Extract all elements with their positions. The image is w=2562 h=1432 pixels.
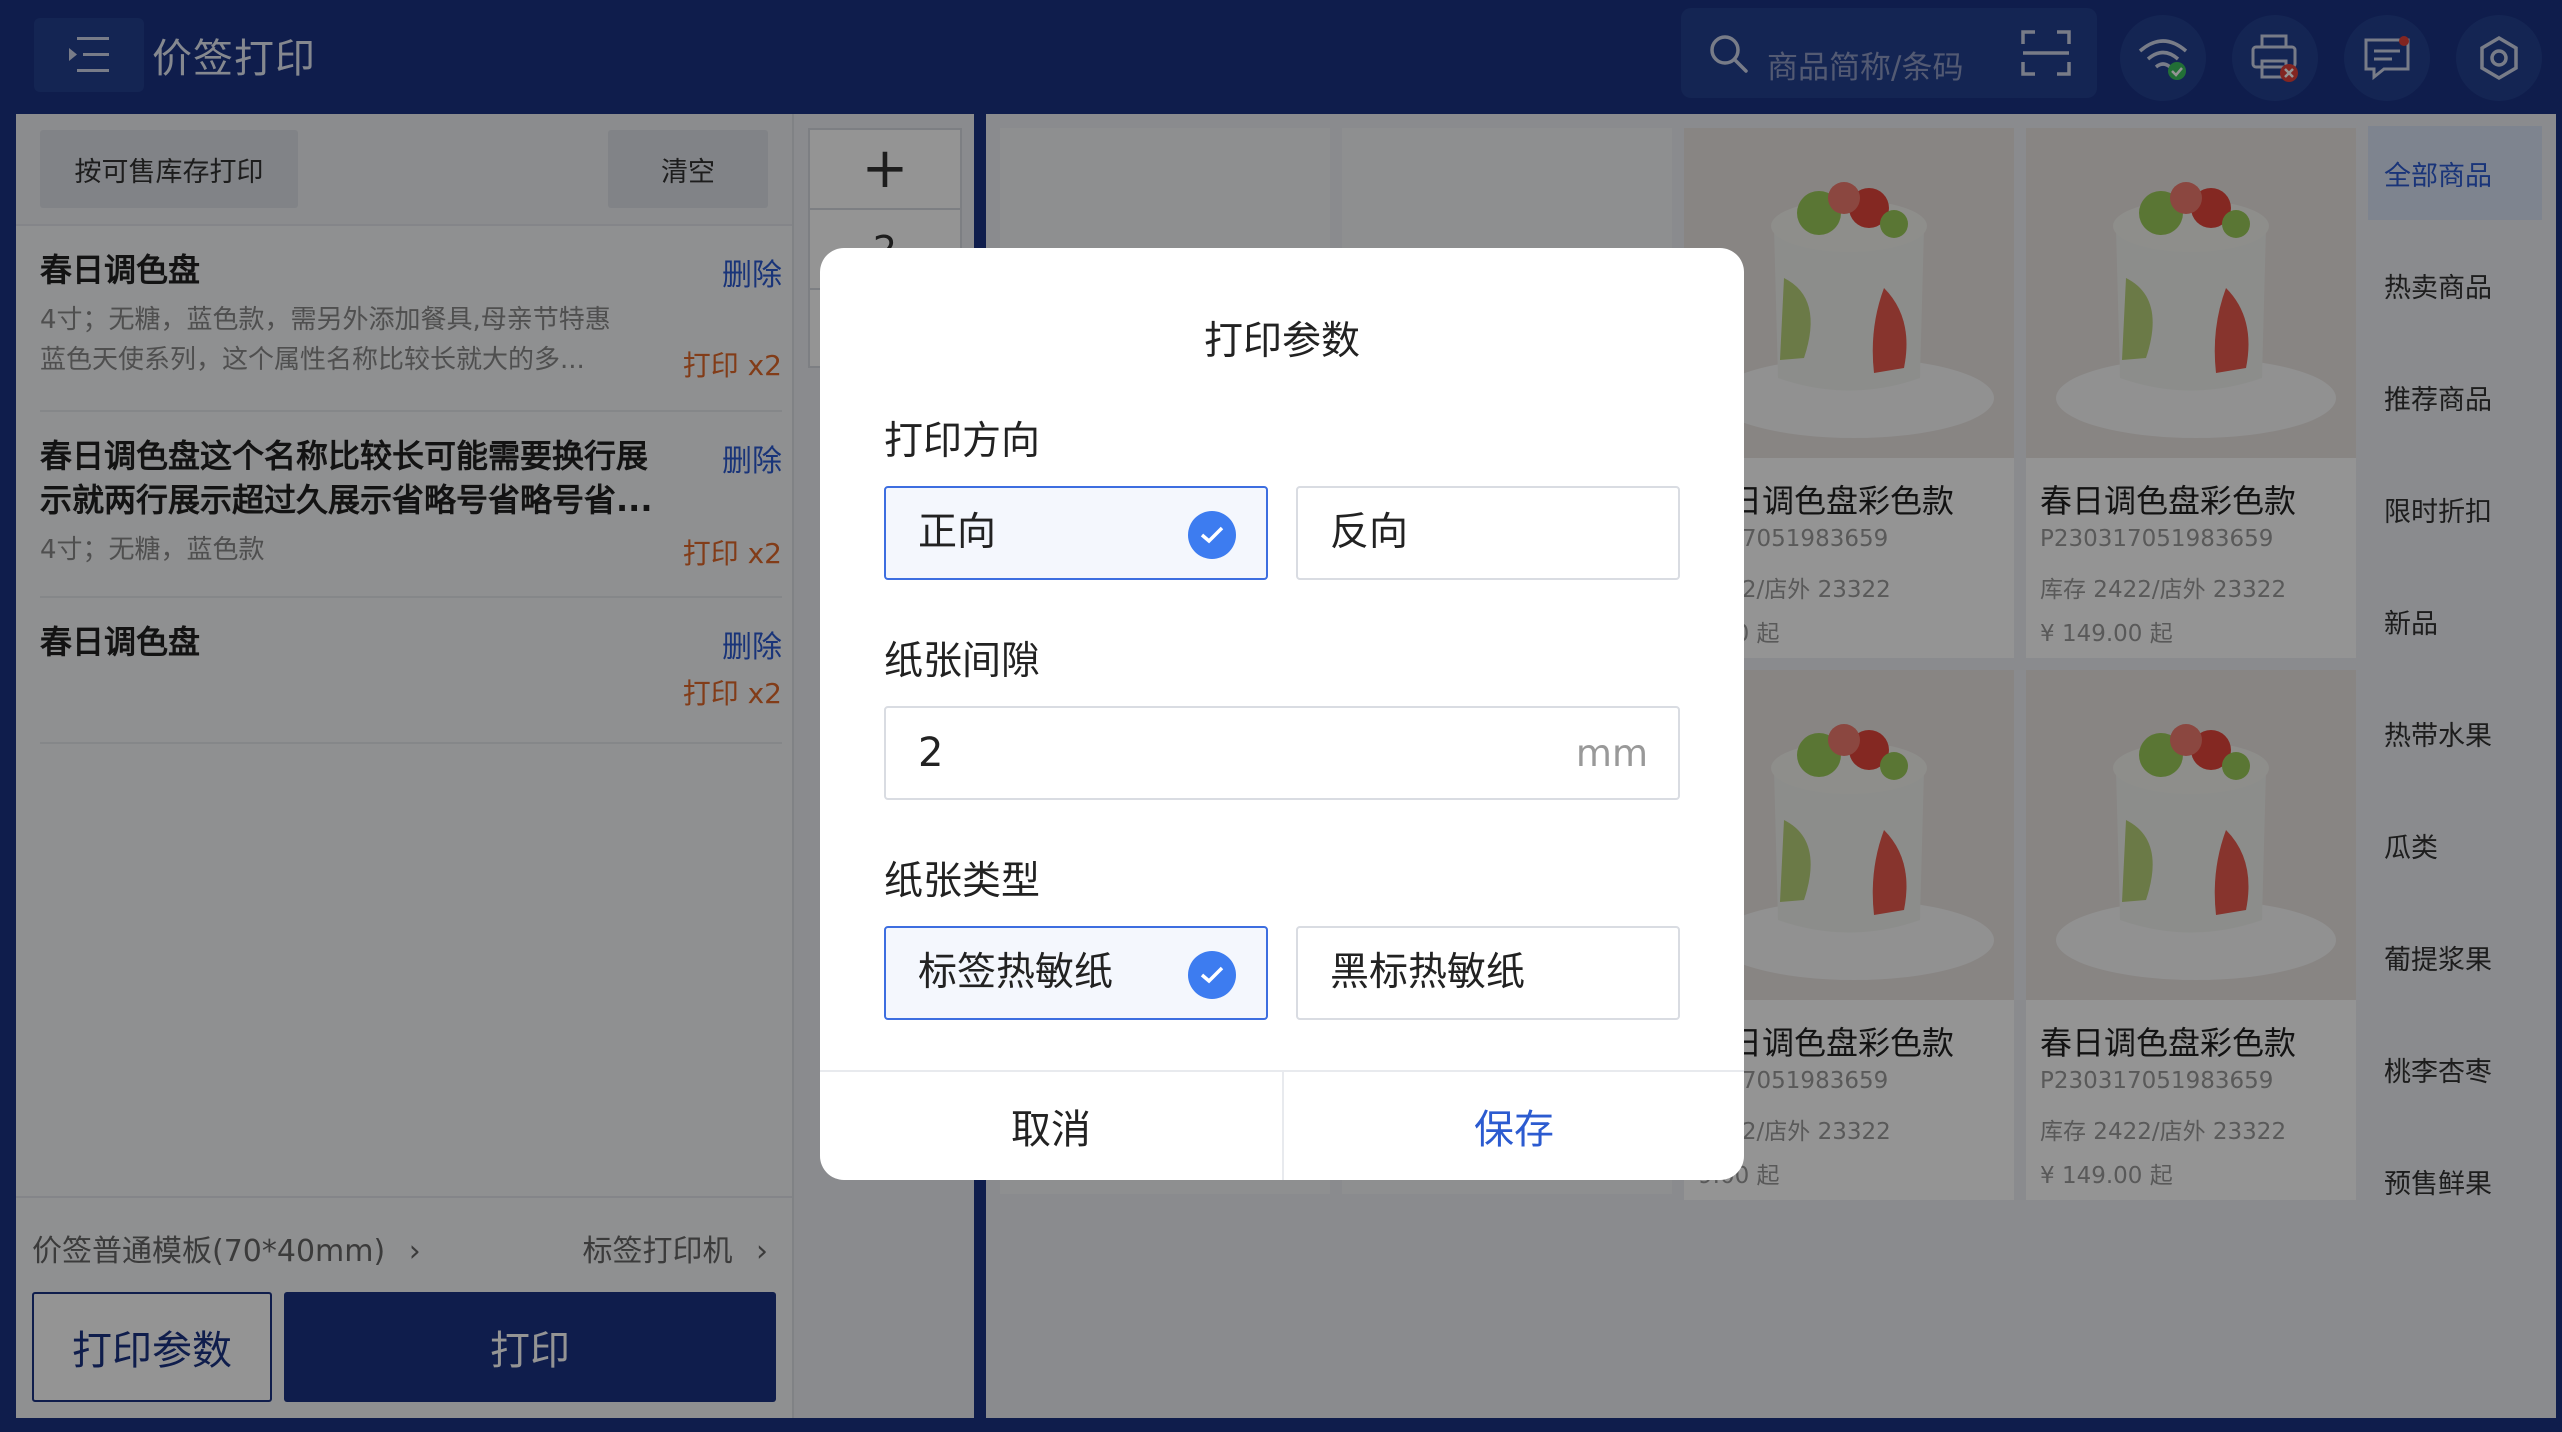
option-label: 黑标热敏纸 [1330,950,1526,995]
gap-unit: mm [1575,732,1648,775]
option-label: 标签热敏纸 [918,950,1114,995]
option-label: 正向 [918,510,997,555]
paper-option-black-mark[interactable]: 黑标热敏纸 [1296,926,1680,1020]
option-label: 反向 [1330,510,1409,555]
print-params-dialog: 打印参数 打印方向 正向 反向 纸张间隙 2 mm 纸张类型 标签热敏纸 黑标热… [820,248,1744,1180]
dialog-title: 打印参数 [1203,319,1360,364]
direction-option-forward[interactable]: 正向 [884,486,1268,580]
save-button[interactable]: 保存 [1282,1072,1744,1180]
gap-label: 纸张间隙 [884,639,1041,684]
paper-type-label: 纸张类型 [884,859,1041,904]
cancel-button[interactable]: 取消 [820,1072,1282,1180]
direction-label: 打印方向 [884,419,1041,464]
paper-option-label-thermal[interactable]: 标签热敏纸 [884,926,1268,1020]
check-icon [1188,951,1236,999]
paper-gap-input[interactable]: 2 mm [884,706,1680,800]
check-icon [1188,511,1236,559]
dialog-footer: 取消 保存 [820,1070,1744,1180]
direction-option-reverse[interactable]: 反向 [1296,486,1680,580]
gap-value: 2 [918,730,944,776]
